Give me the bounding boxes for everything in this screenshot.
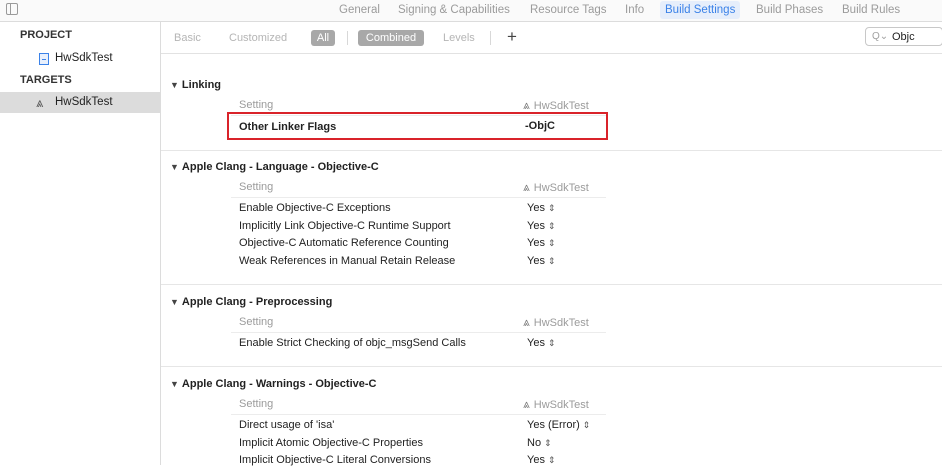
app-target-icon: ⩓	[523, 180, 530, 194]
sidebar-toggle-icon[interactable]	[6, 3, 18, 15]
section-preprocessing-header[interactable]: ▼ Apple Clang - Preprocessing	[170, 296, 332, 308]
app-target-icon: ⩓	[523, 315, 530, 329]
setting-value[interactable]: Yes ⇕	[527, 237, 556, 249]
highlight-annotation-box	[227, 112, 608, 140]
row-divider	[231, 414, 606, 415]
popup-stepper-icon: ⇕	[582, 420, 591, 430]
nav-target-label: HwSdkTest	[55, 96, 113, 108]
tab-build-rules[interactable]: Build Rules	[837, 1, 905, 19]
setting-name[interactable]: Enable Strict Checking of objc_msgSend C…	[239, 337, 466, 349]
column-header-setting: Setting	[239, 99, 274, 111]
setting-name[interactable]: Implicit Objective-C Literal Conversions	[239, 454, 431, 466]
app-target-icon: ⩓	[523, 397, 530, 411]
setting-value[interactable]: Yes ⇕	[527, 202, 556, 214]
filter-basic-button[interactable]: Basic	[174, 31, 201, 45]
section-divider	[161, 284, 942, 285]
tab-build-phases[interactable]: Build Phases	[751, 1, 828, 19]
tab-signing-capabilities[interactable]: Signing & Capabilities	[393, 1, 515, 19]
popup-stepper-icon: ⇕	[547, 338, 556, 348]
nav-target-item[interactable]: ⩓ HwSdkTest	[0, 92, 160, 113]
setting-name[interactable]: Weak References in Manual Retain Release	[239, 255, 455, 267]
section-preprocessing-title: Apple Clang - Preprocessing	[181, 296, 333, 308]
row-divider	[231, 197, 606, 198]
project-header: PROJECT	[20, 29, 72, 41]
section-linking-title: Linking	[181, 79, 222, 91]
setting-name[interactable]: Direct usage of 'isa'	[239, 419, 334, 431]
filter-all-button[interactable]: All	[311, 30, 335, 46]
search-input[interactable]	[892, 29, 942, 44]
setting-value[interactable]: No ⇕	[527, 437, 552, 449]
setting-value[interactable]: Yes (Error) ⇕	[527, 419, 590, 431]
tab-general[interactable]: General	[334, 1, 385, 19]
targets-header: TARGETS	[20, 74, 72, 86]
column-header-setting: Setting	[239, 398, 274, 410]
setting-name[interactable]: Implicit Atomic Objective-C Properties	[239, 437, 423, 449]
project-navigator: PROJECT HwSdkTest TARGETS ⩓ HwSdkTest	[0, 22, 161, 465]
view-combined-button[interactable]: Combined	[358, 30, 424, 46]
filter-customized-button[interactable]: Customized	[229, 31, 287, 45]
disclosure-triangle-icon[interactable]: ▼	[170, 379, 179, 389]
app-target-icon: ⩓	[523, 98, 530, 112]
add-setting-button[interactable]: +	[507, 28, 517, 45]
tab-build-settings[interactable]: Build Settings	[660, 1, 741, 19]
setting-value[interactable]: Yes ⇕	[527, 220, 556, 232]
tab-info[interactable]: Info	[620, 1, 649, 19]
search-field[interactable]: Q⌄	[865, 27, 942, 46]
setting-value[interactable]: Yes ⇕	[527, 255, 556, 267]
section-language-title: Apple Clang - Language - Objective-C	[181, 161, 379, 173]
popup-stepper-icon: ⇕	[547, 238, 556, 248]
popup-stepper-icon: ⇕	[547, 203, 556, 213]
popup-stepper-icon: ⇕	[547, 455, 556, 465]
column-header-target: ⩓ HwSdkTest	[523, 180, 589, 194]
build-settings-filter-bar: Basic Customized All Combined Levels + Q…	[161, 22, 942, 54]
disclosure-triangle-icon[interactable]: ▼	[170, 80, 179, 90]
column-header-target: ⩓ HwSdkTest	[523, 397, 589, 411]
nav-project-label: HwSdkTest	[55, 52, 113, 64]
setting-name[interactable]: Objective-C Automatic Reference Counting	[239, 237, 449, 249]
project-file-icon	[39, 53, 49, 65]
tab-resource-tags[interactable]: Resource Tags	[525, 1, 612, 19]
editor-tab-bar: General Signing & Capabilities Resource …	[0, 0, 942, 22]
app-target-icon: ⩓	[36, 95, 44, 110]
section-linking-header[interactable]: ▼ Linking	[170, 79, 221, 91]
setting-value[interactable]: Yes ⇕	[527, 337, 556, 349]
view-levels-button[interactable]: Levels	[443, 31, 475, 45]
column-header-setting: Setting	[239, 316, 274, 328]
setting-value[interactable]: Yes ⇕	[527, 454, 556, 466]
popup-stepper-icon: ⇕	[544, 438, 552, 448]
column-header-setting: Setting	[239, 181, 274, 193]
search-icon: Q⌄	[872, 31, 889, 42]
filter-divider-2	[490, 31, 491, 45]
section-divider	[161, 150, 942, 151]
row-divider	[231, 332, 606, 333]
popup-stepper-icon: ⇕	[547, 256, 556, 266]
column-header-target: ⩓ HwSdkTest	[523, 315, 589, 329]
setting-name[interactable]: Enable Objective-C Exceptions	[239, 202, 391, 214]
build-settings-content: ▼ Linking Setting ⩓ HwSdkTest Other Linker…	[161, 54, 942, 466]
section-language-header[interactable]: ▼ Apple Clang - Language - Objective-C	[170, 161, 379, 173]
popup-stepper-icon: ⇕	[547, 221, 556, 231]
section-divider	[161, 366, 942, 367]
disclosure-triangle-icon[interactable]: ▼	[170, 162, 179, 172]
disclosure-triangle-icon[interactable]: ▼	[170, 297, 179, 307]
nav-project-item[interactable]: HwSdkTest	[0, 50, 160, 68]
setting-name[interactable]: Implicitly Link Objective-C Runtime Supp…	[239, 220, 451, 232]
section-warnings-title: Apple Clang - Warnings - Objective-C	[181, 378, 377, 390]
column-header-target: ⩓ HwSdkTest	[523, 98, 589, 112]
section-warnings-header[interactable]: ▼ Apple Clang - Warnings - Objective-C	[170, 378, 376, 390]
filter-divider	[347, 31, 348, 45]
